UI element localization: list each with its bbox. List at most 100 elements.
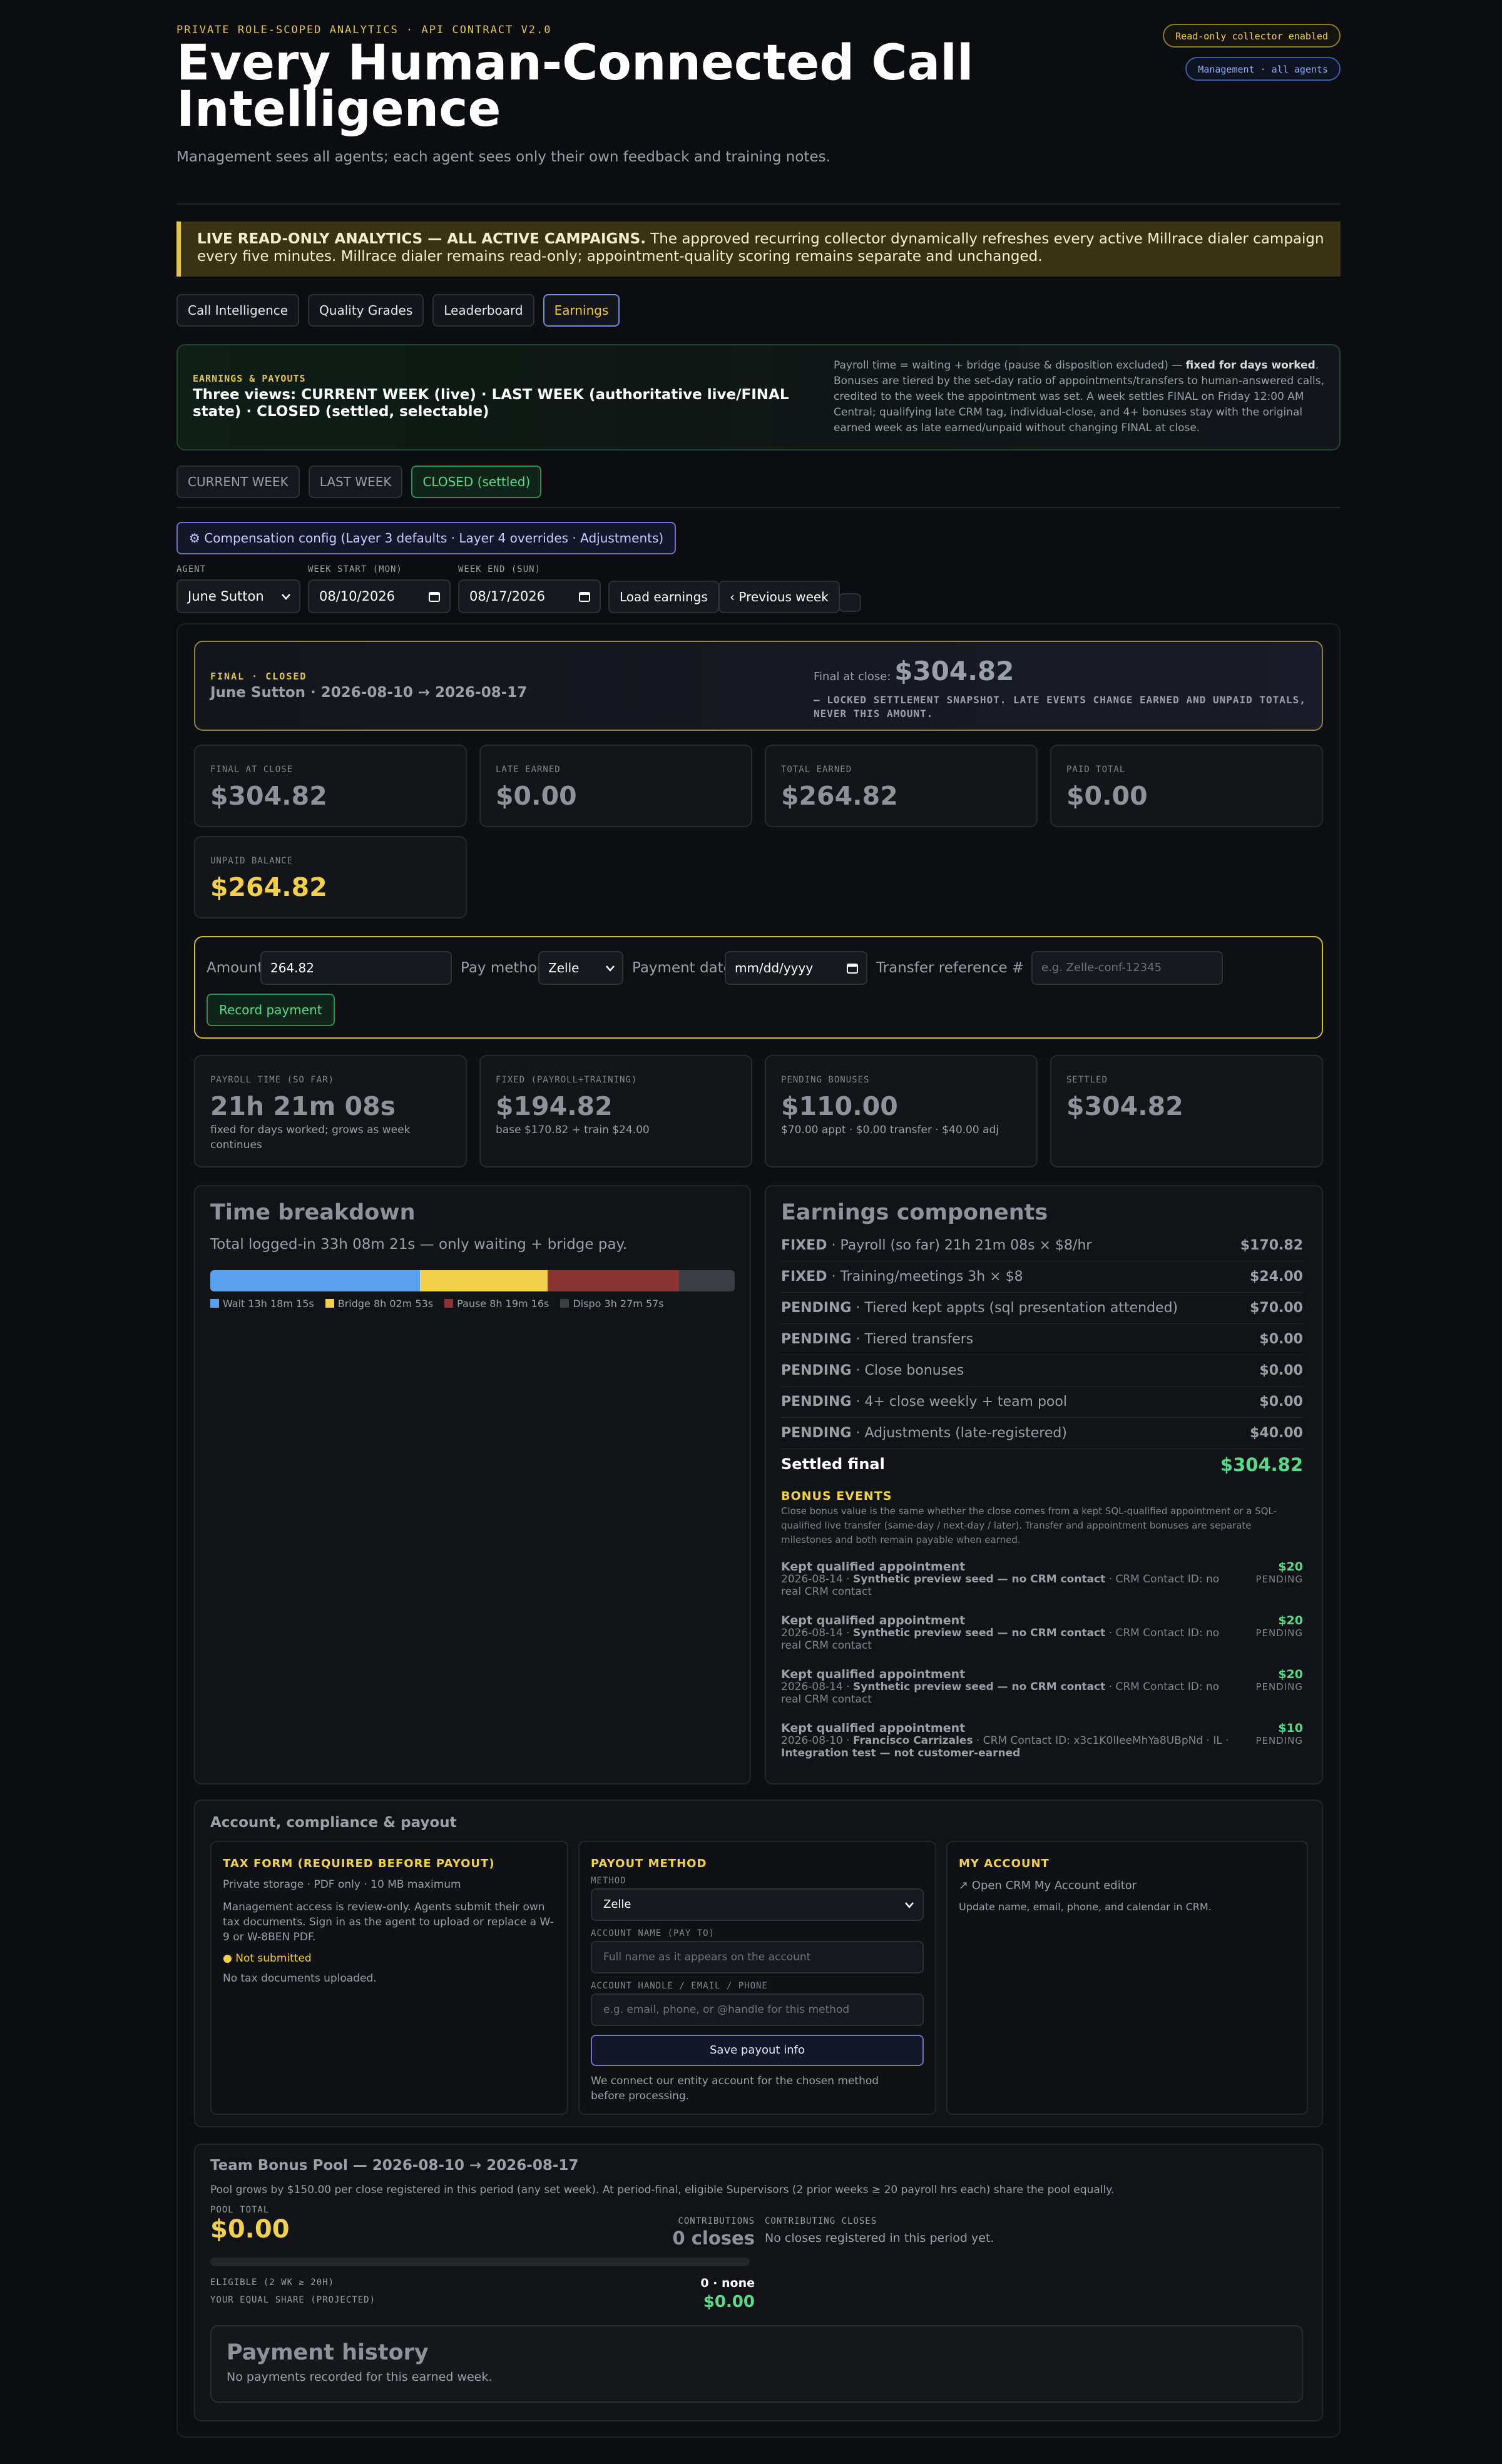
bonus-event-date: 2026-08-10 · <box>781 1734 854 1747</box>
compensation-config-button[interactable]: ⚙ Compensation config (Layer 3 defaults … <box>176 522 677 554</box>
bonus-event-status: PENDING <box>1255 1735 1303 1746</box>
stat-label: FINAL AT CLOSE <box>210 765 294 775</box>
amount-input[interactable]: 264.82 <box>260 951 452 985</box>
bonus-event-amount: $20 <box>1278 1560 1303 1574</box>
account-section-title: Account, compliance & payout <box>210 1815 457 1831</box>
calendar-icon[interactable] <box>846 962 859 974</box>
team-pool-desc: Pool grows by $150.00 per close register… <box>210 2184 1115 2196</box>
eligible-label: ELIGIBLE (2 WK ≥ 20H) <box>210 2278 335 2288</box>
component-desc: · Training/meetings 3h × $8 <box>827 1269 1023 1285</box>
account-name-label: ACCOUNT NAME (PAY TO) <box>591 1928 715 1938</box>
final-at-close-label: Final at close: <box>814 670 891 683</box>
bonus-event-date: 2026-08-14 · <box>781 1681 854 1693</box>
method-label: METHOD <box>591 1876 626 1886</box>
eyebrow-label: PRIVATE ROLE-SCOPED ANALYTICS · API CONT… <box>176 24 552 36</box>
time-breakdown-subtitle: Total logged-in 33h 08m 21s — only waiti… <box>210 1236 628 1253</box>
legend-item: Wait 13h 18m 15s <box>210 1298 314 1310</box>
locked-snapshot-note: — LOCKED SETTLEMENT SNAPSHOT. LATE EVENT… <box>814 694 1306 720</box>
pay-method-value: Zelle <box>548 960 580 975</box>
component-amount: $0.00 <box>1259 1394 1303 1410</box>
component-tag: PENDING <box>781 1425 852 1441</box>
week-end-input[interactable]: 08/17/2026 <box>458 579 601 613</box>
time-segment <box>210 1270 421 1291</box>
stat-label: LATE EARNED <box>496 765 561 775</box>
week-start-input[interactable]: 08/10/2026 <box>308 579 451 613</box>
component-tag: PENDING <box>781 1331 852 1347</box>
bonus-event-status: PENDING <box>1255 1627 1303 1639</box>
view-tabs: CURRENT WEEK LAST WEEK CLOSED (settled) <box>176 466 542 498</box>
component-tag: FIXED <box>781 1269 827 1285</box>
tab-earnings[interactable]: Earnings <box>543 294 620 327</box>
contributions-label: CONTRIBUTIONS <box>678 2216 755 2226</box>
legend-swatch <box>325 1299 334 1308</box>
stat-pending-bonuses: PENDING BONUSES $110.00 $70.00 appt · $0… <box>765 1055 1038 1168</box>
bonus-event-contact: Francisco Carrizales <box>853 1734 973 1747</box>
main-tabs: Call Intelligence Quality Grades Leaderb… <box>176 294 620 327</box>
management-scope-badge: Management · all agents <box>1185 57 1341 81</box>
component-row: FIXED · Payroll (so far) 21h 21m 08s × $… <box>781 1230 1303 1261</box>
component-amount: $0.00 <box>1259 1331 1303 1347</box>
tab-last-week[interactable]: LAST WEEK <box>308 466 403 498</box>
payment-history-empty: No payments recorded for this earned wee… <box>227 2370 493 2384</box>
agent-select[interactable]: June Sutton <box>176 579 300 613</box>
time-segment <box>547 1270 680 1291</box>
note-strong: fixed for days worked <box>1185 359 1316 372</box>
stat-value: $264.82 <box>781 781 898 811</box>
crm-account-link[interactable]: ↗ Open CRM My Account editor <box>959 1878 1137 1893</box>
week-start-label: WEEK START (MON) <box>308 564 402 574</box>
calendar-icon[interactable] <box>428 590 441 603</box>
payout-method-select[interactable]: Zelle <box>591 1888 924 1921</box>
load-earnings-button[interactable]: Load earnings <box>608 581 719 613</box>
bonus-event-amount: $20 <box>1278 1667 1303 1681</box>
tab-leaderboard[interactable]: Leaderboard <box>432 294 534 327</box>
bonus-event-date: 2026-08-14 · <box>781 1573 854 1586</box>
legend-swatch <box>560 1299 570 1308</box>
page-title: Every Human-Connected Call Intelligence <box>176 35 974 138</box>
transfer-reference-input[interactable]: e.g. Zelle-conf-12345 <box>1031 951 1223 985</box>
divider <box>176 507 1341 508</box>
save-payout-button[interactable]: Save payout info <box>591 2035 924 2066</box>
contributing-closes-label: CONTRIBUTING CLOSES <box>765 2216 877 2226</box>
tax-status: ● Not submitted <box>223 1952 312 1965</box>
bonus-event-title: Kept qualified appointment <box>781 1614 966 1627</box>
page-subtitle: Management sees all agents; each agent s… <box>176 149 830 165</box>
stat-total-earned: TOTAL EARNED $264.82 <box>765 745 1038 827</box>
stat-value: $110.00 <box>781 1091 898 1121</box>
next-week-button[interactable] <box>839 593 861 612</box>
settled-final-label: Settled final <box>781 1455 885 1473</box>
component-row: PENDING · Adjustments (late-registered) $… <box>781 1418 1303 1449</box>
calendar-icon[interactable] <box>578 590 591 603</box>
legend-swatch <box>444 1299 454 1308</box>
final-closed-card: FINAL · CLOSED June Sutton · 2026-08-10 … <box>194 641 1323 731</box>
final-at-close-value: $304.82 <box>894 656 1014 686</box>
component-tag: FIXED <box>781 1238 827 1253</box>
tab-quality-grades[interactable]: Quality Grades <box>308 294 424 327</box>
earnings-label: EARNINGS & PAYOUTS <box>193 373 306 384</box>
tax-form-heading: TAX FORM (REQUIRED BEFORE PAYOUT) <box>223 1857 495 1870</box>
bonus-event-title: Kept qualified appointment <box>781 1721 966 1735</box>
account-name-input[interactable]: Full name as it appears on the account <box>591 1941 924 1973</box>
pool-total-value: $0.00 <box>210 2215 290 2244</box>
component-row: PENDING · Tiered kept appts (sql present… <box>781 1293 1303 1324</box>
previous-week-button[interactable]: ‹ Previous week <box>718 581 840 613</box>
tab-closed-settled[interactable]: CLOSED (settled) <box>411 466 542 498</box>
pay-method-select[interactable]: Zelle <box>538 951 623 985</box>
stat-fixed: FIXED (PAYROLL+TRAINING) $194.82 base $1… <box>479 1055 752 1168</box>
stat-settled: SETTLED $304.82 <box>1050 1055 1323 1168</box>
payment-date-input[interactable]: mm/dd/yyyy <box>725 951 867 985</box>
bonus-events-title: BONUS EVENTS <box>781 1489 892 1503</box>
stat-value: $304.82 <box>1066 1091 1183 1121</box>
team-bonus-pool-panel: Team Bonus Pool — 2026-08-10 → 2026-08-1… <box>194 2144 1323 2421</box>
stat-value: $194.82 <box>496 1091 613 1121</box>
tab-current-week[interactable]: CURRENT WEEK <box>176 466 300 498</box>
stat-late-earned: LATE EARNED $0.00 <box>479 745 752 827</box>
stat-value: $264.82 <box>210 872 327 902</box>
earnings-note: Payroll time = waiting + bridge (pause &… <box>834 358 1328 436</box>
tax-desc: Management access is review-only. Agents… <box>223 1901 554 1943</box>
bonus-event-status: PENDING <box>1255 1574 1303 1585</box>
account-handle-input[interactable]: e.g. email, phone, or @handle for this m… <box>591 1993 924 2026</box>
stat-sub: base $170.82 + train $24.00 <box>496 1124 650 1136</box>
record-payment-button[interactable]: Record payment <box>207 994 335 1026</box>
tab-call-intelligence[interactable]: Call Intelligence <box>176 294 300 327</box>
component-desc: · Close bonuses <box>851 1363 964 1378</box>
